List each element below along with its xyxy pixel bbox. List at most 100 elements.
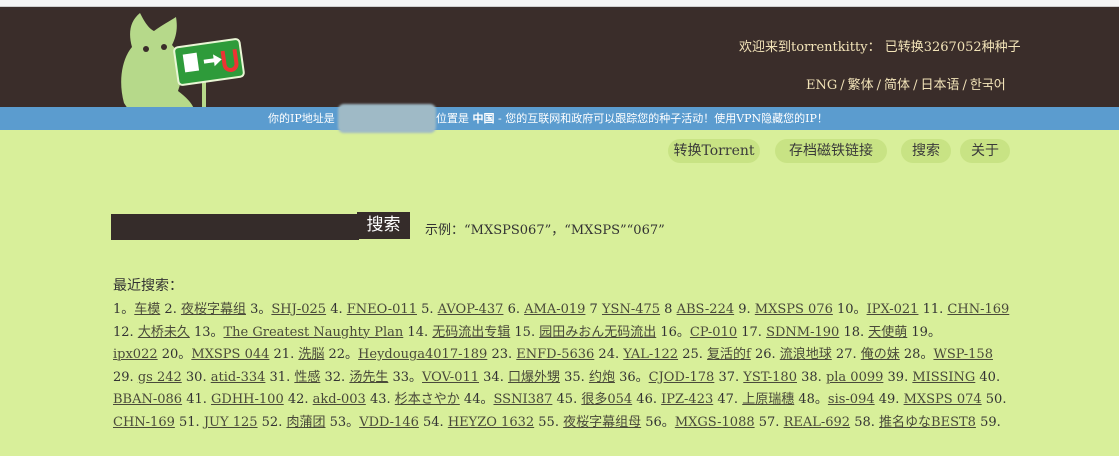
recent-item-number: 1。	[113, 302, 135, 317]
recent-search-link[interactable]: MXSPS 076	[755, 302, 833, 317]
recent-search-link[interactable]: atid-334	[211, 370, 266, 385]
recent-item-number: 16。	[656, 324, 690, 340]
recent-search-link[interactable]: 杉本さやか	[395, 392, 460, 407]
recent-item-number: 54.	[418, 414, 448, 430]
nav-archive-magnet[interactable]: 存档磁铁链接	[775, 139, 887, 163]
recent-search-link[interactable]: FNEO-011	[347, 302, 417, 317]
recent-search-link[interactable]: 上原瑞穗	[742, 392, 794, 407]
recent-item-number: 30.	[181, 369, 211, 385]
recent-search-link[interactable]: WSP-158	[933, 347, 993, 362]
recent-search-link[interactable]: 很多054	[581, 392, 632, 407]
site-header: 欢迎来到torrentkitty： 已转换3267052种种子 ENG / 繁体 / 简…	[0, 7, 1119, 109]
recent-search-link[interactable]: CP-010	[690, 325, 737, 340]
recent-item-number: 37.	[714, 369, 744, 385]
recent-search-link[interactable]: SSNI387	[493, 392, 552, 407]
lang-japanese-link[interactable]: 日本语	[920, 78, 959, 93]
recent-search-link[interactable]: ENFD-5636	[516, 347, 594, 362]
recent-search-link[interactable]: 肉蒲团	[286, 415, 325, 430]
recent-search-link[interactable]: MXGS-1088	[675, 415, 755, 430]
recent-search-link[interactable]: sis-094	[828, 392, 875, 407]
recent-search-link[interactable]: 大桥未久	[138, 325, 190, 340]
recent-search-link[interactable]: AMA-019	[524, 302, 585, 317]
recent-item-number: 52.	[257, 414, 287, 430]
recent-search-link[interactable]: 性感	[294, 370, 320, 385]
recent-search-link[interactable]: MXSPS 074	[904, 392, 982, 407]
lang-korean-link[interactable]: 한국어	[970, 78, 1006, 93]
recent-search-link[interactable]: pla 0099	[826, 370, 883, 385]
recent-item-number: 56。	[641, 414, 675, 430]
recent-search-link[interactable]: AVOP-437	[438, 302, 504, 317]
recent-row: 29. gs 242 30. atid-334 31. 性感 32. 汤先生 3…	[113, 367, 1113, 390]
recent-search-link[interactable]: 口爆外甥	[508, 370, 560, 385]
recent-item-number: 33。	[388, 369, 423, 385]
recent-item-number: 8	[660, 302, 677, 317]
recent-item-number: 27.	[831, 347, 861, 363]
welcome-text: 欢迎来到torrentkitty： 已转换3267052种种子	[739, 40, 1021, 55]
recent-search-link[interactable]: 复活的f	[707, 347, 751, 362]
recent-search-link[interactable]: VOV-011	[422, 370, 479, 385]
recent-item-number: 44。	[459, 392, 494, 408]
recent-row: BBAN-086 41. GDHH-100 42. akd-003 43. 杉本…	[113, 389, 1113, 412]
recent-search-link[interactable]: 天使萌	[868, 325, 907, 340]
recent-search-link[interactable]: CJOD-178	[649, 370, 715, 385]
recent-search-link[interactable]: 约炮	[589, 370, 615, 385]
recent-search-link[interactable]: gs 242	[138, 370, 182, 385]
recent-search-link[interactable]: ipx022	[113, 347, 158, 362]
search-input[interactable]	[111, 214, 359, 240]
search-example: 示例：“MXSPS067”，“MXSPS”“067”	[425, 223, 665, 238]
recent-search-link[interactable]: 车模	[134, 302, 160, 317]
recent-search-link[interactable]: IPZ-423	[661, 392, 713, 407]
recent-search-link[interactable]: 无码流出专辑	[432, 325, 510, 340]
recent-search-link[interactable]: SHJ-025	[271, 302, 326, 317]
recent-search-link[interactable]: 俺の妹	[861, 347, 900, 362]
recent-search-link[interactable]: 夜桜字幕组	[181, 302, 246, 317]
recent-item-number: 45.	[552, 392, 582, 408]
recent-search-link[interactable]: VDD-146	[359, 415, 419, 430]
recent-search-link[interactable]: BBAN-086	[113, 392, 182, 407]
recent-search-link[interactable]: ABS-224	[677, 302, 735, 317]
recent-search-link[interactable]: CHN-169	[947, 302, 1009, 317]
recent-search-link[interactable]: SDNM-190	[766, 325, 839, 340]
recent-search-link[interactable]: HEYZO 1632	[448, 415, 534, 430]
search-button[interactable]: 搜索	[357, 212, 410, 239]
recent-search-link[interactable]: IPX-021	[867, 302, 919, 317]
recent-search-link[interactable]: YAL-122	[623, 347, 678, 362]
recent-search-link[interactable]: 流浪地球	[780, 347, 832, 362]
recent-search-link[interactable]: akd-003	[313, 392, 366, 407]
recent-search-link[interactable]: 推名ゆなBEST8	[879, 415, 976, 430]
recent-search-link[interactable]: The Greatest Naughty Plan	[224, 325, 404, 340]
recent-search-link[interactable]: MXSPS 044	[191, 347, 269, 362]
recent-item-number: 15.	[510, 324, 540, 340]
recent-item-number: 48。	[794, 392, 828, 408]
recent-item-number: 43.	[365, 392, 395, 408]
recent-item-number: 35.	[559, 369, 589, 385]
nav-convert-torrent[interactable]: 转换Torrent	[668, 139, 760, 163]
torrentkitty-cat-logo[interactable]	[110, 11, 250, 111]
recent-search-link[interactable]: MISSING	[912, 370, 975, 385]
recent-search-link[interactable]: CHN-169	[113, 415, 175, 430]
recent-search-link[interactable]: 汤先生	[349, 370, 388, 385]
recent-item-number: 12.	[113, 324, 138, 340]
recent-search-link[interactable]: 夜桜字幕组母	[563, 415, 641, 430]
nav-search[interactable]: 搜索	[901, 139, 951, 163]
recent-row: ipx022 20。MXSPS 044 21. 洗脳 22。Heydouga40…	[113, 344, 1113, 367]
recent-search-link[interactable]: JUY 125	[204, 415, 258, 430]
recent-item-number: 34.	[479, 369, 508, 385]
ip-notice-bar: 你的IP地址是 位置是 中国 - 您的互联网和政府可以跟踪您的种子活动！使用VP…	[0, 104, 1119, 133]
lang-simplified-link[interactable]: 简体	[884, 78, 910, 93]
recent-item-number: 22。	[324, 347, 359, 363]
lang-traditional-link[interactable]: 繁体	[848, 78, 874, 93]
recent-item-number: 49.	[874, 392, 904, 408]
recent-item-number: 38.	[796, 369, 826, 385]
recent-search-link[interactable]: Heydouga4017-189	[358, 347, 487, 362]
recent-search-link[interactable]: GDHH-100	[211, 392, 284, 407]
recent-search-link[interactable]: 园田みおん无码流出	[539, 325, 656, 340]
recent-search-link[interactable]: YSN-475	[602, 302, 660, 317]
recent-item-number: 24.	[594, 347, 624, 363]
lang-eng-link[interactable]: ENG	[806, 78, 837, 93]
recent-search-link[interactable]: REAL-692	[784, 415, 851, 430]
recent-search-link[interactable]: YST-180	[743, 370, 797, 385]
recent-item-number: 20。	[157, 347, 192, 363]
nav-about[interactable]: 关于	[960, 139, 1010, 163]
recent-search-link[interactable]: 洗脳	[298, 347, 324, 362]
